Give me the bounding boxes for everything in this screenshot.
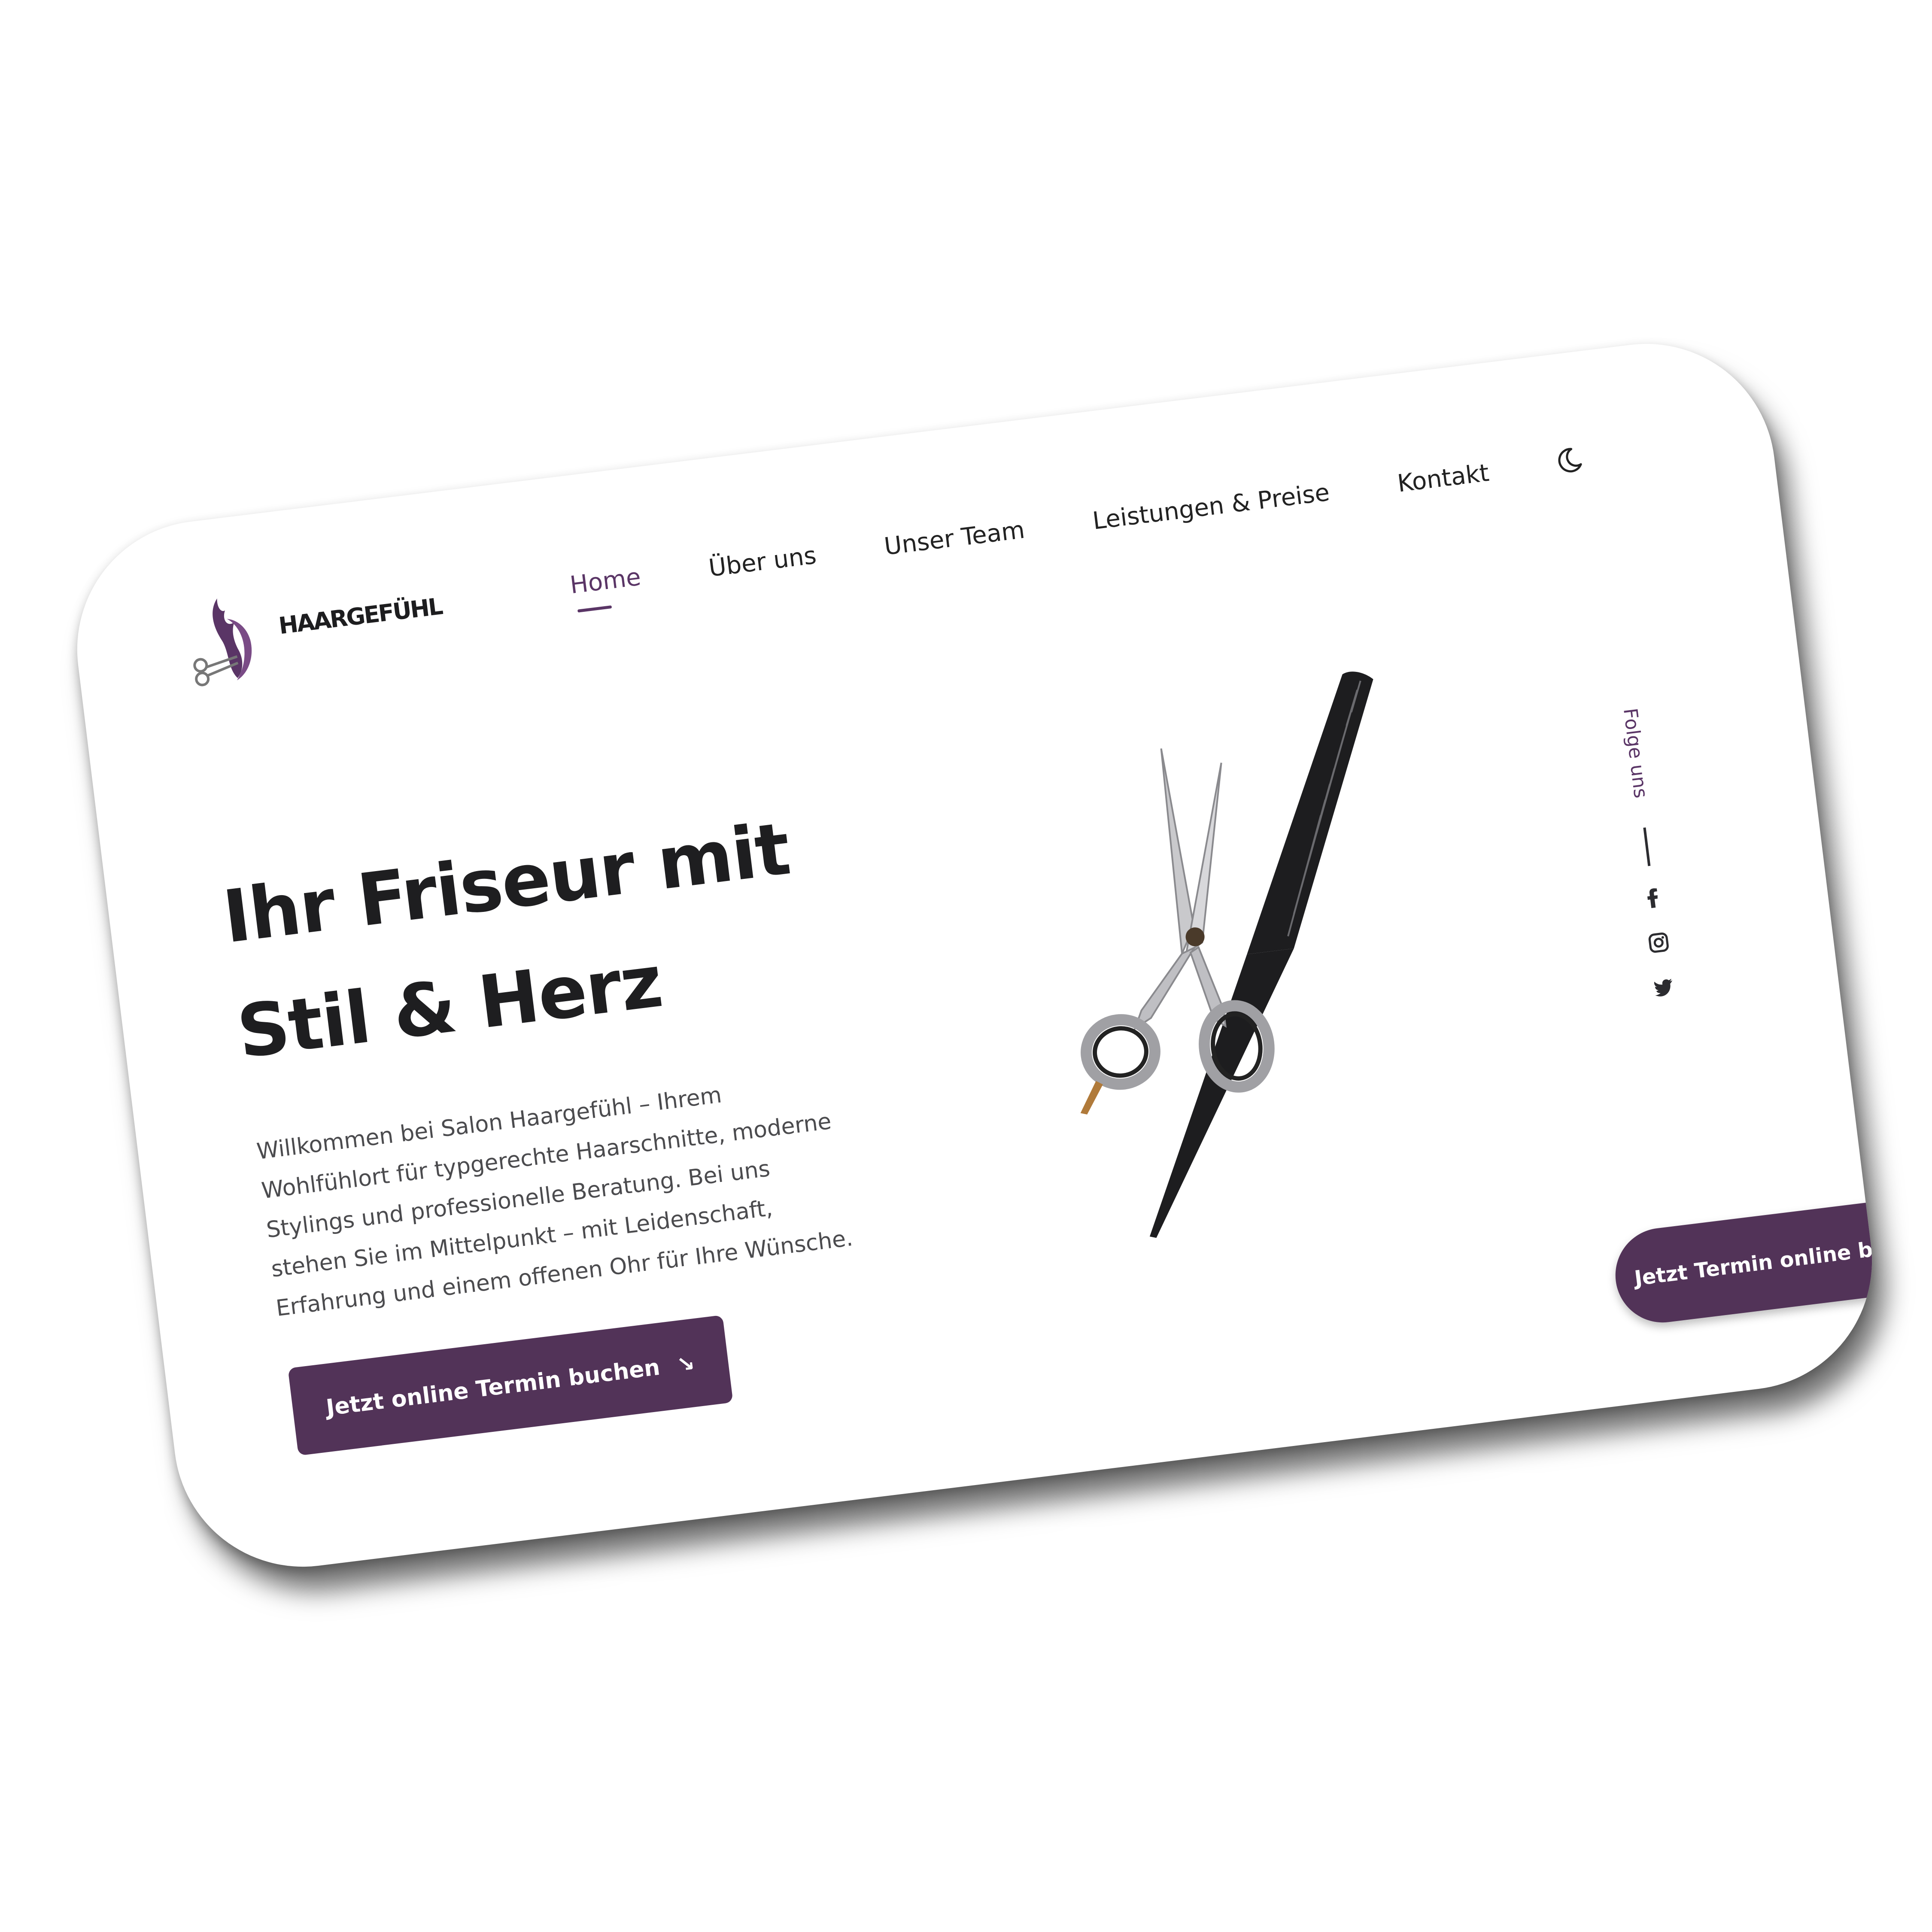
facebook-icon[interactable] xyxy=(1641,886,1665,910)
hero-title-line-2: Stil & Herz xyxy=(233,939,666,1075)
twitter-icon[interactable] xyxy=(1652,975,1676,999)
social-divider xyxy=(1643,827,1651,866)
hero-title: Ihr Friseur mit Stil & Herz xyxy=(217,782,884,1091)
website-card: HAARGEFÜHL Home Über uns Unser Team Leis… xyxy=(62,329,1887,1582)
nav-item-leistungen-preise[interactable]: Leistungen & Preise xyxy=(1091,475,1331,535)
nav-item-unser-team[interactable]: Unser Team xyxy=(882,513,1026,561)
instagram-icon[interactable] xyxy=(1646,931,1671,955)
book-appointment-label: Jetzt online Termin buchen xyxy=(325,1354,662,1421)
hero-title-line-1: Ihr Friseur mit xyxy=(219,806,794,960)
follow-us-label: Folge uns xyxy=(1619,707,1652,799)
moon-icon[interactable] xyxy=(1550,441,1588,480)
scissors-and-comb-image xyxy=(1080,671,1373,1238)
floating-book-appointment-button[interactable]: Jetzt Termin online buchen xyxy=(1610,1191,1887,1328)
hero-description: Willkommen bei Salon Haargefühl – Ihrem … xyxy=(255,1082,854,1322)
page-background: HAARGEFÜHL Home Über uns Unser Team Leis… xyxy=(0,0,1932,1932)
nav-item-home[interactable]: Home xyxy=(568,560,642,599)
social-sidebar: Folge uns xyxy=(1610,697,1688,1026)
arrow-down-right-icon: ↘ xyxy=(675,1350,696,1377)
main-nav: Home Über uns Unser Team Leistungen & Pr… xyxy=(568,447,1561,619)
book-appointment-button[interactable]: Jetzt online Termin buchen ↘ xyxy=(288,1315,733,1456)
brand-name[interactable]: HAARGEFÜHL xyxy=(277,592,444,639)
nav-item-kontakt[interactable]: Kontakt xyxy=(1395,456,1491,498)
hair-scissors-logo-icon[interactable] xyxy=(176,589,272,689)
comb-icon xyxy=(1149,671,1373,1238)
nav-item-ueber-uns[interactable]: Über uns xyxy=(707,538,818,582)
